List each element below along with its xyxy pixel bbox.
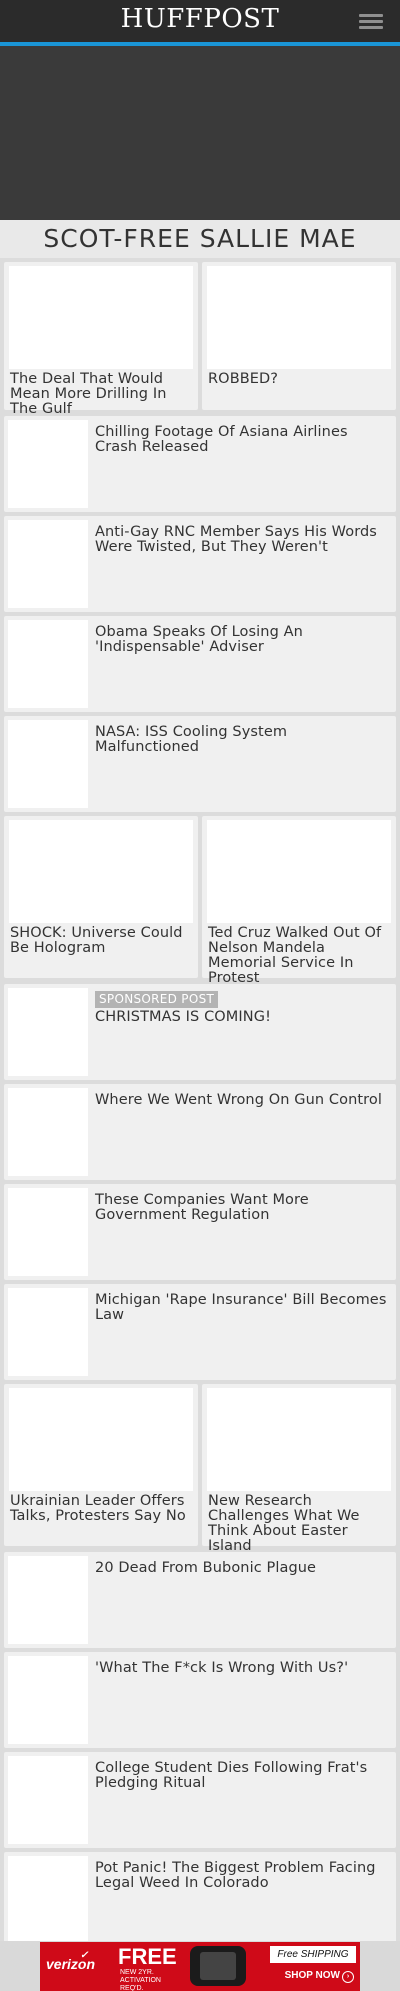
shop-now-button[interactable]: SHOP NOW › xyxy=(285,1970,354,1983)
sponsored-card[interactable]: SPONSORED POST CHRISTMAS IS COMING! xyxy=(4,984,396,1080)
story-thumbnail[interactable] xyxy=(207,820,391,923)
story-thumbnail[interactable] xyxy=(207,1388,391,1491)
arrow-right-icon: › xyxy=(342,1971,354,1983)
story-headline[interactable]: Pot Panic! The Biggest Problem Facing Le… xyxy=(95,1861,390,1891)
story-headline[interactable]: ROBBED? xyxy=(208,372,394,387)
story-headline[interactable]: NASA: ISS Cooling System Malfunctioned xyxy=(95,725,390,755)
hero-image[interactable] xyxy=(0,46,400,220)
story-headline[interactable]: Where We Went Wrong On Gun Control xyxy=(95,1093,390,1108)
story-card[interactable]: Ted Cruz Walked Out Of Nelson Mandela Me… xyxy=(202,816,396,986)
story-card[interactable]: Obama Speaks Of Losing An 'Indispensable… xyxy=(4,616,396,712)
story-thumbnail[interactable] xyxy=(8,1856,88,1944)
story-headline[interactable]: Ukrainian Leader Offers Talks, Protester… xyxy=(10,1494,196,1524)
story-thumbnail[interactable] xyxy=(8,720,88,808)
story-card[interactable]: Anti-Gay RNC Member Says His Words Were … xyxy=(4,516,396,612)
story-headline[interactable]: SHOCK: Universe Could Be Hologram xyxy=(10,926,196,956)
story-headline[interactable]: The Deal That Would Mean More Drilling I… xyxy=(10,372,196,417)
story-thumbnail[interactable] xyxy=(8,988,88,1076)
story-card[interactable]: ROBBED? xyxy=(202,262,396,410)
story-headline[interactable]: College Student Dies Following Frat's Pl… xyxy=(95,1761,390,1791)
story-thumbnail[interactable] xyxy=(8,1756,88,1844)
story-card[interactable]: New Research Challenges What We Think Ab… xyxy=(202,1384,396,1554)
story-headline[interactable]: These Companies Want More Government Reg… xyxy=(95,1193,390,1223)
story-card[interactable]: 'What The F*ck Is Wrong With Us?' xyxy=(4,1652,396,1748)
story-thumbnail[interactable] xyxy=(9,1388,193,1491)
story-headline[interactable]: Ted Cruz Walked Out Of Nelson Mandela Me… xyxy=(208,926,394,986)
story-thumbnail[interactable] xyxy=(9,266,193,369)
story-card[interactable]: These Companies Want More Government Reg… xyxy=(4,1184,396,1280)
section-title[interactable]: SCOT-FREE SALLIE MAE xyxy=(0,220,400,258)
verizon-logo: verizon ✓ xyxy=(46,1950,96,1972)
story-thumbnail[interactable] xyxy=(8,1288,88,1376)
check-icon: ✓ xyxy=(80,1950,89,1961)
story-headline[interactable]: Michigan 'Rape Insurance' Bill Becomes L… xyxy=(95,1293,390,1323)
story-thumbnail[interactable] xyxy=(8,1188,88,1276)
sponsored-badge: SPONSORED POST xyxy=(95,991,219,1008)
story-card[interactable]: Michigan 'Rape Insurance' Bill Becomes L… xyxy=(4,1284,396,1380)
story-card[interactable]: The Deal That Would Mean More Drilling I… xyxy=(4,262,198,417)
story-thumbnail[interactable] xyxy=(8,420,88,508)
story-card[interactable]: Ukrainian Leader Offers Talks, Protester… xyxy=(4,1384,198,1546)
story-thumbnail[interactable] xyxy=(8,520,88,608)
story-headline[interactable]: New Research Challenges What We Think Ab… xyxy=(208,1494,394,1554)
story-thumbnail[interactable] xyxy=(207,266,391,369)
story-card[interactable]: NASA: ISS Cooling System Malfunctioned xyxy=(4,716,396,812)
story-thumbnail[interactable] xyxy=(8,1088,88,1176)
story-headline[interactable]: Anti-Gay RNC Member Says His Words Were … xyxy=(95,525,390,555)
hamburger-menu-icon[interactable] xyxy=(359,14,383,30)
story-headline[interactable]: 20 Dead From Bubonic Plague xyxy=(95,1561,390,1576)
phone-image xyxy=(190,1946,246,1986)
ad-headline: FREE xyxy=(118,1944,177,1969)
story-card[interactable]: Chilling Footage Of Asiana Airlines Cras… xyxy=(4,416,396,512)
story-card[interactable]: Where We Went Wrong On Gun Control xyxy=(4,1084,396,1180)
story-headline[interactable]: Obama Speaks Of Losing An 'Indispensable… xyxy=(95,625,390,655)
story-thumbnail[interactable] xyxy=(9,820,193,923)
story-headline[interactable]: 'What The F*ck Is Wrong With Us?' xyxy=(95,1661,390,1676)
story-card[interactable]: College Student Dies Following Frat's Pl… xyxy=(4,1752,396,1848)
verizon-ad-banner[interactable]: verizon ✓ FREE NEW 2YR. ACTIVATION REQ'D.… xyxy=(40,1942,360,1991)
ad-fine-print: NEW 2YR. ACTIVATION REQ'D. xyxy=(120,1969,161,1991)
story-thumbnail[interactable] xyxy=(8,620,88,708)
story-card[interactable]: Pot Panic! The Biggest Problem Facing Le… xyxy=(4,1852,396,1948)
story-thumbnail[interactable] xyxy=(8,1556,88,1644)
huffpost-logo[interactable]: HUFFPOST xyxy=(0,4,400,34)
ad-shipping: Free SHIPPING xyxy=(270,1946,356,1963)
top-bar: HUFFPOST xyxy=(0,0,400,46)
story-headline[interactable]: Chilling Footage Of Asiana Airlines Cras… xyxy=(95,425,390,455)
story-card[interactable]: 20 Dead From Bubonic Plague xyxy=(4,1552,396,1648)
story-headline[interactable]: CHRISTMAS IS COMING! xyxy=(95,1010,390,1025)
story-card[interactable]: SHOCK: Universe Could Be Hologram xyxy=(4,816,198,978)
story-thumbnail[interactable] xyxy=(8,1656,88,1744)
